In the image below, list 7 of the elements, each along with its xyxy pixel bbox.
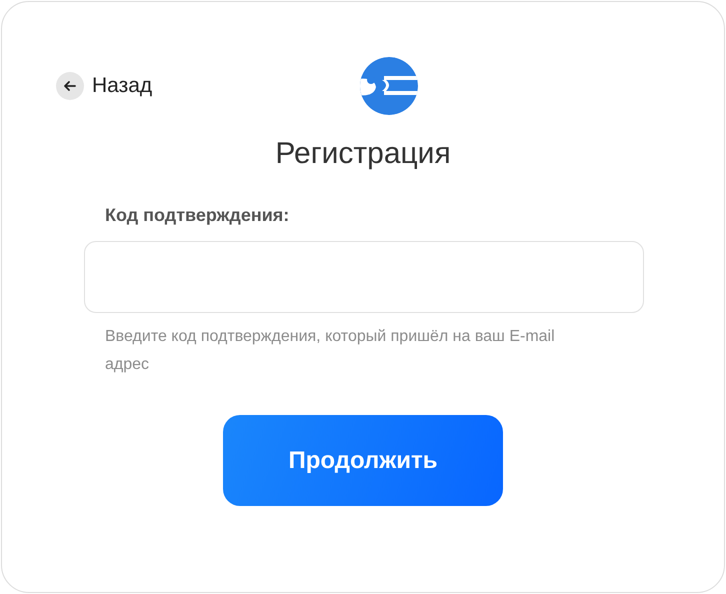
back-button[interactable]: Назад [56,70,152,102]
page-title: Регистрация [274,136,452,172]
input-field[interactable] [84,241,644,313]
continue-button[interactable]: Продолжить [223,415,503,506]
field-hint: Введите код подтверждения, который пришёл на ваш E-mail адрес [105,327,556,375]
field-label: Код подтверждения: [105,204,290,227]
logo-icon [360,57,418,115]
